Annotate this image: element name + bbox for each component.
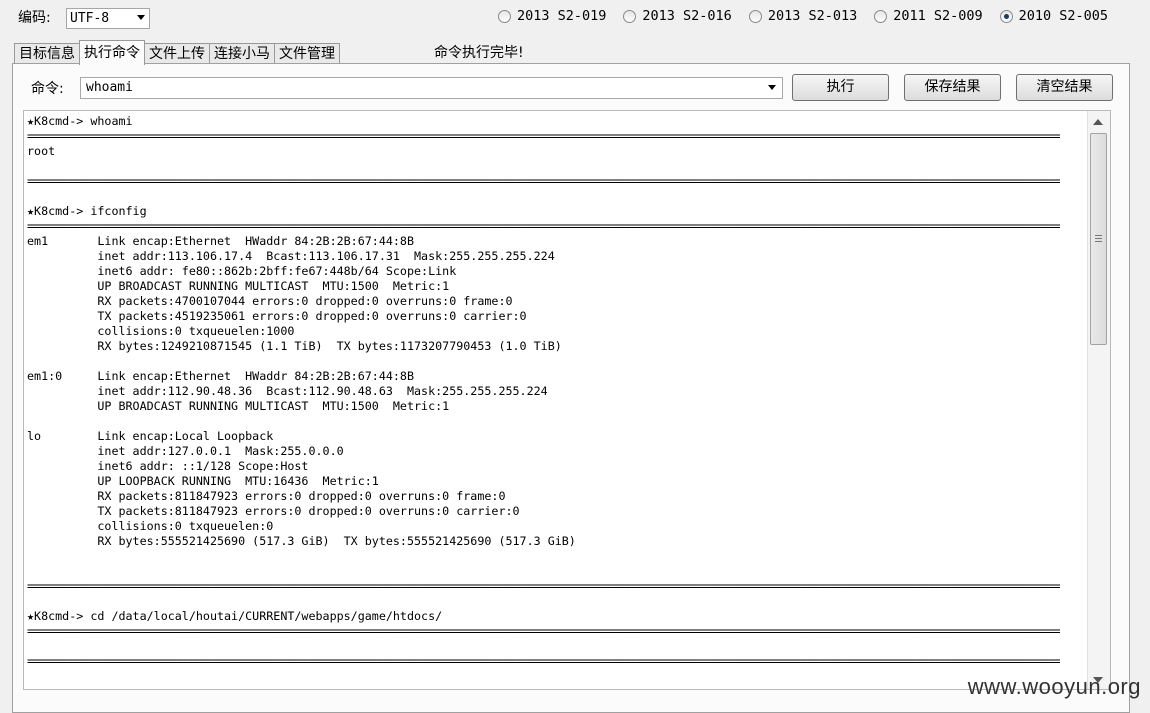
exploit-radio[interactable]: 2013 S2-019 (498, 8, 606, 24)
save-results-button[interactable]: 保存结果 (904, 74, 1001, 101)
vertical-scrollbar[interactable] (1087, 111, 1110, 689)
tab-bar: 目标信息 执行命令 文件上传 连接小马 文件管理 (14, 40, 340, 65)
tab-execute-command[interactable]: 执行命令 (79, 40, 145, 65)
prompt-line: ★K8cmd-> whoami (27, 114, 133, 128)
output-line: inet addr:113.106.17.4 Bcast:113.106.17.… (27, 249, 555, 263)
grip-icon (1095, 235, 1102, 236)
execute-button[interactable]: 执行 (792, 74, 889, 101)
scroll-up-icon[interactable] (1093, 119, 1103, 125)
tab-file-upload[interactable]: 文件上传 (144, 43, 210, 65)
radio-icon[interactable] (874, 9, 888, 23)
encoding-label: 编码: (18, 10, 51, 26)
output-line: RX packets:811847923 errors:0 dropped:0 … (27, 489, 506, 503)
scroll-thumb[interactable] (1090, 133, 1107, 345)
output-line: em1:0 Link encap:Ethernet HWaddr 84:2B:2… (27, 369, 415, 383)
radio-icon[interactable] (498, 9, 511, 23)
exploit-radio[interactable]: 2011 S2-009 (874, 8, 983, 24)
output-line: inet addr:112.90.48.36 Bcast:112.90.48.6… (27, 384, 548, 398)
clear-results-button[interactable]: 清空结果 (1016, 74, 1113, 101)
exploit-radio-label: 2010 S2-005 (1018, 8, 1109, 24)
status-text: 命令执行完毕! (434, 45, 524, 61)
output-line: RX bytes:555521425690 (517.3 GiB) TX byt… (27, 534, 576, 548)
output-line: TX packets:811847923 errors:0 dropped:0 … (27, 504, 520, 518)
separator-line: ========================================… (27, 624, 1060, 638)
tab-file-manager[interactable]: 文件管理 (274, 43, 340, 65)
output-line: RX bytes:1249210871545 (1.1 TiB) TX byte… (27, 339, 562, 353)
output-line: root (27, 144, 56, 158)
output-line: collisions:0 txqueuelen:0 (27, 519, 274, 533)
exploit-radio-label: 2013 S2-019 (517, 8, 607, 24)
separator-line: ========================================… (27, 174, 1060, 188)
output-line: inet6 addr: fe80::862b:2bff:fe67:448b/64… (27, 264, 457, 278)
separator-line: ========================================… (27, 219, 1060, 233)
exploit-radio-group: 2013 S2-019 2013 S2-016 2013 S2-013 2011… (498, 8, 1108, 24)
output-line: em1 Link encap:Ethernet HWaddr 84:2B:2B:… (27, 234, 415, 248)
output-line: lo Link encap:Local Loopback (27, 429, 274, 443)
radio-icon[interactable] (748, 9, 762, 23)
tab-connect-shell[interactable]: 连接小马 (209, 43, 275, 65)
encoding-value: UTF-8 (70, 11, 110, 26)
prompt-line: ★K8cmd-> ifconfig (27, 204, 147, 218)
chevron-down-icon[interactable] (768, 85, 776, 90)
exploit-radio-label: 2013 S2-016 (642, 8, 732, 24)
encoding-select[interactable]: UTF-8 (66, 8, 150, 29)
output-line: UP BROADCAST RUNNING MULTICAST MTU:1500 … (27, 399, 450, 413)
output-line: UP LOOPBACK RUNNING MTU:16436 Metric:1 (27, 474, 379, 488)
separator-line: ========================================… (27, 654, 1060, 668)
radio-icon[interactable] (999, 9, 1013, 23)
watermark: www.wooyun.org (967, 674, 1141, 699)
output-line: inet6 addr: ::1/128 Scope:Host (27, 459, 309, 473)
output-text: ★K8cmd-> whoami =========================… (27, 114, 1060, 669)
prompt-line: ★K8cmd-> cd /data/local/houtai/CURRENT/w… (27, 609, 443, 623)
tab-target-info[interactable]: 目标信息 (14, 43, 80, 65)
command-value: whoami (86, 80, 133, 95)
chevron-down-icon[interactable] (137, 15, 145, 20)
command-label: 命令: (31, 81, 64, 97)
output-line: collisions:0 txqueuelen:1000 (27, 324, 295, 338)
output-line: RX packets:4700107044 errors:0 dropped:0… (27, 294, 513, 308)
exploit-radio-label: 2013 S2-013 (767, 8, 858, 24)
radio-icon[interactable] (623, 9, 637, 23)
separator-line: ========================================… (27, 579, 1060, 593)
output-console[interactable]: ★K8cmd-> whoami =========================… (23, 110, 1111, 690)
exploit-radio[interactable]: 2013 S2-013 (748, 8, 858, 24)
output-line: UP BROADCAST RUNNING MULTICAST MTU:1500 … (27, 279, 450, 293)
exploit-radio[interactable]: 2013 S2-016 (623, 8, 732, 24)
exploit-radio[interactable]: 2010 S2-005 (999, 8, 1109, 24)
output-line: TX packets:4519235061 errors:0 dropped:0… (27, 309, 527, 323)
output-line: inet addr:127.0.0.1 Mask:255.0.0.0 (27, 444, 344, 458)
command-input[interactable]: whoami (80, 77, 783, 99)
separator-line: ========================================… (27, 129, 1060, 143)
exploit-radio-label: 2011 S2-009 (893, 8, 983, 24)
